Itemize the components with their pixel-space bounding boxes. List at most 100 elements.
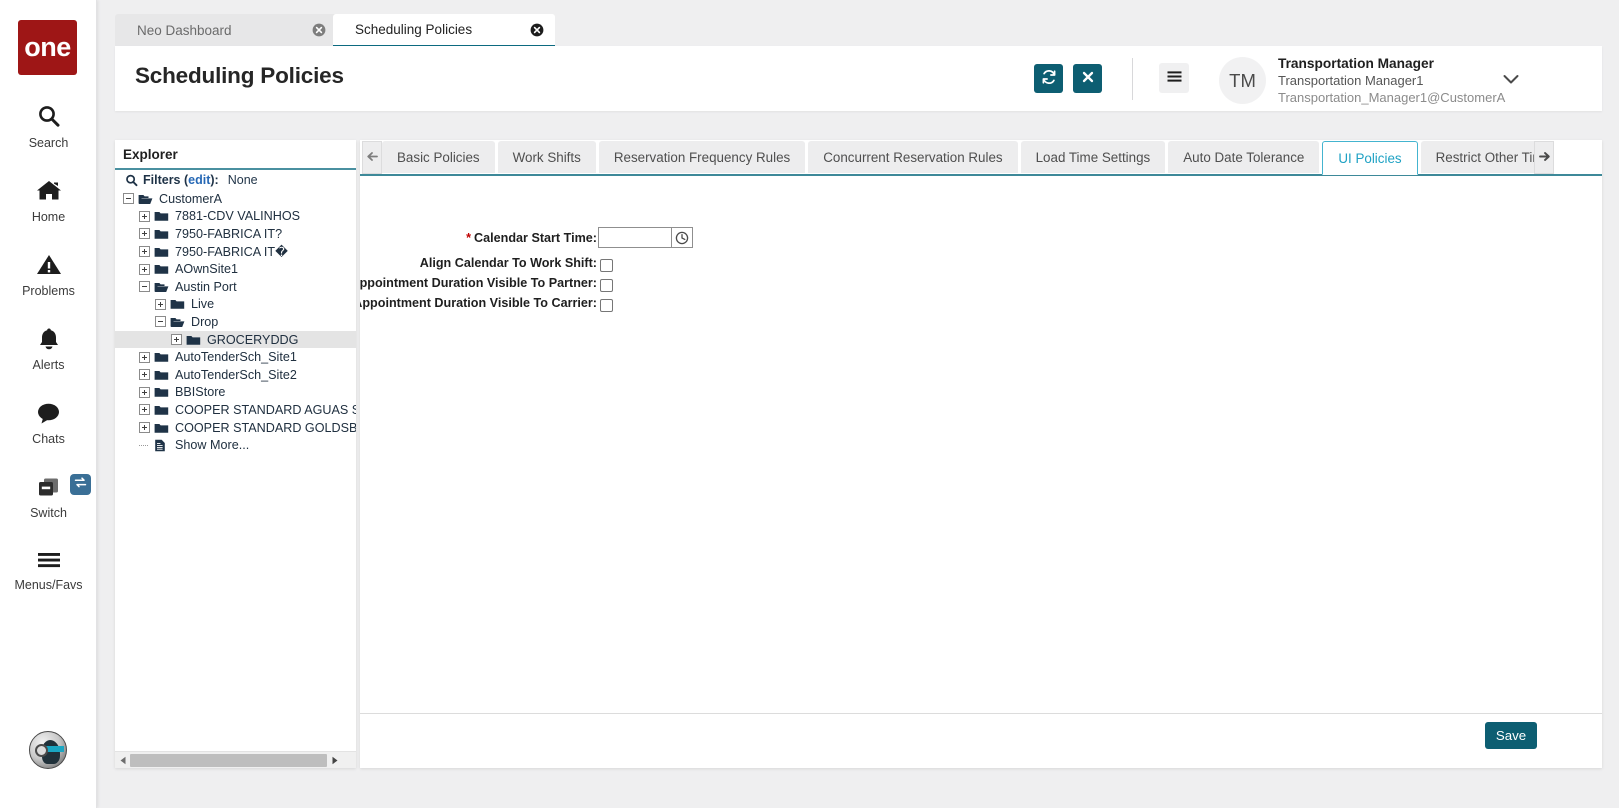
- refresh-button[interactable]: [1034, 64, 1063, 93]
- close-button[interactable]: [1073, 64, 1102, 93]
- tree-expand-icon[interactable]: [171, 334, 182, 346]
- tree-collapse-icon[interactable]: [139, 281, 150, 293]
- tree-expand-icon[interactable]: [139, 422, 150, 434]
- browser-tab-label: Neo Dashboard: [137, 22, 232, 38]
- tree-node-label: COOPER STANDARD AGUAS SEALING (: [175, 402, 356, 417]
- tab-scroll-left-button[interactable]: [362, 141, 382, 174]
- tree-expand-icon[interactable]: [139, 228, 150, 240]
- tree-node-label: AOwnSite1: [175, 262, 238, 277]
- tab-load-time-settings[interactable]: Load Time Settings: [1020, 141, 1166, 173]
- close-circle-icon[interactable]: [311, 22, 327, 38]
- clock-icon[interactable]: [672, 227, 693, 248]
- triangle-right-icon[interactable]: [327, 752, 342, 769]
- tree-node[interactable]: AutoTenderSch_Site1: [115, 348, 356, 366]
- tree-expand-icon[interactable]: [139, 404, 150, 416]
- sidebar-item-problems[interactable]: Problems: [0, 248, 97, 298]
- tab-label: Work Shifts: [512, 149, 581, 165]
- tree-node[interactable]: CustomerA: [115, 190, 356, 208]
- browser-tab-scheduling-policies[interactable]: Scheduling Policies: [333, 14, 555, 47]
- sidebar-item-label: Search: [28, 136, 69, 150]
- x-icon: [1081, 70, 1095, 87]
- browser-tab-neo-dashboard[interactable]: Neo Dashboard: [115, 14, 337, 46]
- tab-label: Concurrent Reservation Rules: [823, 149, 1003, 165]
- tree-node[interactable]: Live: [115, 296, 356, 314]
- document-icon: [154, 439, 170, 452]
- tab-label: Load Time Settings: [1035, 149, 1151, 165]
- tree-collapse-icon[interactable]: [155, 316, 166, 328]
- tree-node[interactable]: AOwnSite1: [115, 260, 356, 278]
- tab-scroll-right-button[interactable]: [1534, 141, 1554, 174]
- filters-label: Filters (: [143, 173, 189, 187]
- tree-node[interactable]: 7881-CDV VALINHOS: [115, 208, 356, 226]
- filters-edit-link[interactable]: edit: [188, 173, 210, 187]
- tab-restrict-other-times[interactable]: Restrict Other Times: [1420, 141, 1534, 173]
- tree-expand-icon[interactable]: [139, 386, 150, 398]
- tree-node[interactable]: Drop: [115, 313, 356, 331]
- appointment-duration-visible-to-carrier-checkbox[interactable]: [600, 299, 613, 312]
- tab-concurrent-reservation-rules[interactable]: Concurrent Reservation Rules: [808, 141, 1018, 173]
- tab-basic-policies[interactable]: Basic Policies: [382, 141, 495, 173]
- tree-node[interactable]: COOPER STANDARD AGUAS SEALING (: [115, 401, 356, 419]
- search-icon[interactable]: [125, 174, 138, 187]
- tree-node[interactable]: AutoTenderSch_Site2: [115, 366, 356, 384]
- avatar[interactable]: TM: [1219, 57, 1266, 104]
- user-name: Transportation Manager: [1278, 56, 1434, 71]
- avatar-band: [46, 746, 64, 752]
- tree-expand-icon[interactable]: [139, 351, 150, 363]
- tree-node[interactable]: COOPER STANDARD GOLDSBORO: [115, 419, 356, 437]
- tree-node-label: CustomerA: [159, 191, 222, 206]
- sidebar-item-alerts[interactable]: Alerts: [0, 322, 97, 372]
- explorer-title: Explorer: [123, 147, 178, 162]
- tree-node[interactable]: 7950-FABRICA IT�: [115, 243, 356, 261]
- calendar-start-time-input[interactable]: [598, 227, 672, 248]
- footer-divider: [360, 713, 1602, 714]
- scrollbar-thumb[interactable]: [130, 753, 327, 767]
- explorer-filters-row: Filters ( edit ): None: [125, 171, 258, 189]
- tree-node[interactable]: Austin Port: [115, 278, 356, 296]
- browser-tab-label: Scheduling Policies: [355, 22, 473, 37]
- folder-open-icon: [154, 281, 170, 293]
- arrow-left-icon: [366, 149, 379, 167]
- tree-node-label: Show More...: [175, 438, 250, 453]
- sidebar-item-label: Alerts: [32, 358, 65, 372]
- switch-badge-button[interactable]: [70, 474, 91, 495]
- tree-node-label: 7950-FABRICA IT?: [175, 226, 283, 241]
- save-button[interactable]: Save: [1485, 722, 1537, 749]
- tree-expand-icon[interactable]: [155, 298, 166, 310]
- page-title: Scheduling Policies: [135, 63, 344, 88]
- appointment-duration-visible-to-partner-checkbox[interactable]: [600, 279, 613, 292]
- tree-node[interactable]: GROCERYDDG: [115, 330, 356, 349]
- tree-node[interactable]: Show More...: [115, 436, 356, 454]
- header-menu-button[interactable]: [1159, 63, 1189, 93]
- user-menu-chevron-down-icon[interactable]: [1500, 68, 1522, 90]
- tree-expand-icon[interactable]: [139, 369, 150, 381]
- tab-auto-date-tolerance[interactable]: Auto Date Tolerance: [1168, 141, 1320, 173]
- tab-reservation-frequency-rules[interactable]: Reservation Frequency Rules: [598, 141, 806, 173]
- tree-leaf-connector: [139, 440, 150, 451]
- align-calendar-to-work-shift-checkbox[interactable]: [600, 259, 613, 272]
- tree-expand-icon[interactable]: [139, 246, 150, 258]
- sidebar-item-chats[interactable]: Chats: [0, 396, 97, 446]
- folder-open-icon: [170, 316, 186, 328]
- tree-expand-icon[interactable]: [139, 210, 150, 222]
- folder-closed-icon: [154, 422, 170, 434]
- tree-node[interactable]: BBIStore: [115, 384, 356, 402]
- home-icon: [0, 174, 97, 208]
- tab-ui-policies[interactable]: UI Policies: [1322, 141, 1418, 175]
- sidebar-item-menus-favs[interactable]: Menus/Favs: [0, 542, 97, 592]
- tab-work-shifts[interactable]: Work Shifts: [497, 141, 596, 173]
- sidebar-item-home[interactable]: Home: [0, 174, 97, 224]
- field-label-calendar-start-time: * Calendar Start Time:: [466, 231, 597, 245]
- brand-logo[interactable]: one: [18, 20, 77, 75]
- triangle-left-icon[interactable]: [115, 752, 130, 769]
- sidebar-item-search[interactable]: Search: [0, 100, 97, 150]
- close-circle-icon[interactable]: [529, 22, 545, 38]
- tree-node[interactable]: 7950-FABRICA IT?: [115, 225, 356, 243]
- tree-expand-icon[interactable]: [139, 263, 150, 275]
- field-label-appointment-duration-visible-to-carrier: Appointment Duration Visible To Carrier:: [360, 296, 597, 310]
- avatar-initials: TM: [1229, 69, 1256, 91]
- tree-collapse-icon[interactable]: [123, 193, 134, 205]
- explorer-horizontal-scrollbar[interactable]: [115, 751, 356, 768]
- tree-node-label: BBIStore: [175, 385, 226, 400]
- profile-head-icon[interactable]: [29, 731, 67, 769]
